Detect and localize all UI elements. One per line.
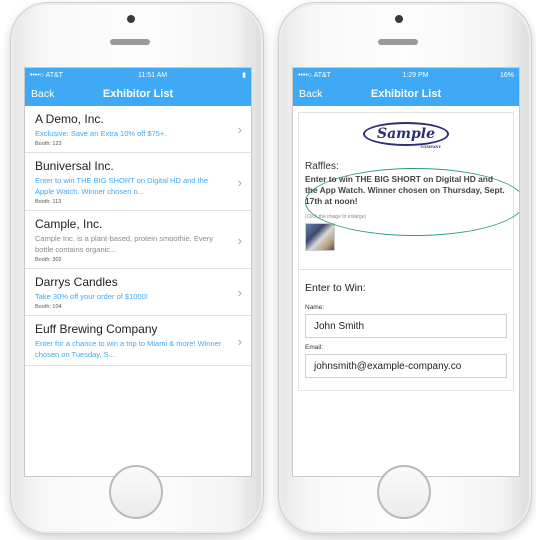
list-item[interactable]: A Demo, Inc. Exclusive: Save an Extra 10… [25,106,251,153]
list-item[interactable]: Darrys Candles Take 30% off your order o… [25,269,251,316]
raffles-section: Raffles: Enter to win THE BIG SHORT on D… [299,155,519,259]
chevron-right-icon: › [237,174,242,190]
battery-icon: 16% [499,71,514,79]
exhibitor-name: Darrys Candles [35,275,118,289]
battery-icon: ▮ [242,72,246,79]
chevron-right-icon: › [237,122,242,137]
home-button[interactable] [109,465,163,519]
status-bar: ••••○ AT&T 11:51 AM ▮ [25,68,251,82]
chevron-right-icon: › [237,232,242,248]
page-title: Exhibitor List [102,88,174,100]
exhibitor-desc: Exclusive: Save an Extra 10% off $75+. [35,129,167,138]
camera [395,15,403,23]
logo-subtext: COMPANY [420,145,442,149]
right-screen: ••••○ AT&T 1:29 PM 16% Back Exhibitor Li… [292,67,520,477]
email-label: Email: [305,344,324,351]
name-label: Name: [305,304,325,311]
exhibitor-detail-card: Sample COMPANY Raffles: Enter to win THE… [298,112,519,391]
logo-text: Sample [376,126,435,142]
home-button[interactable] [377,465,431,519]
carrier-label: ••••○ AT&T [298,71,331,79]
page-title: Exhibitor List [370,88,442,100]
carrier-label: ••••○ AT&T [30,71,63,79]
entry-form: Enter to Win: Name: John Smith Email: jo… [299,269,513,390]
nav-bar: Back Exhibitor List [25,82,251,106]
list-item[interactable]: Cample, Inc. Cample Inc. is a plant-base… [25,211,251,269]
exhibitor-booth: Booth: 123 [35,141,62,147]
status-bar: ••••○ AT&T 1:29 PM 16% [293,68,519,82]
speaker [110,39,150,45]
email-field[interactable]: johnsmith@example-company.co [305,354,507,378]
raffle-text-wrap: Enter to win THE BIG SHORT on Digital HD… [305,168,519,236]
left-phone: ••••○ AT&T 11:51 AM ▮ Back Exhibitor Lis… [10,2,264,534]
name-field[interactable]: John Smith [305,314,507,338]
clock: 1:29 PM [402,71,429,79]
chevron-right-icon: › [237,285,242,300]
nav-bar: Back Exhibitor List [293,82,519,106]
list-item[interactable]: Buniversal Inc. Enter to win THE BIG SHO… [25,153,251,211]
clock: 11:51 AM [138,71,168,79]
exhibitor-booth: Booth: 104 [35,304,62,310]
chevron-right-icon: › [237,333,242,349]
exhibitor-name: A Demo, Inc. [35,112,104,126]
left-screen: ••••○ AT&T 11:51 AM ▮ Back Exhibitor Lis… [24,67,252,477]
exhibitor-desc: Take 30% off your order of $1000! [35,292,148,301]
exhibitor-desc: Enter to win THE BIG SHORT on Digital HD… [35,176,208,196]
speaker [378,39,418,45]
logo-container: Sample COMPANY [299,113,513,155]
exhibitor-desc: Cample Inc. is a plant-based, protein sm… [35,234,214,254]
company-logo: Sample COMPANY [362,122,449,149]
back-button[interactable]: Back [31,88,54,100]
back-button[interactable]: Back [299,88,322,100]
raffle-text: Enter to win THE BIG SHORT on Digital HD… [305,174,505,206]
exhibitor-name: Cample, Inc. [35,217,103,231]
form-title: Enter to Win: [305,282,366,294]
raffle-image-thumbnail[interactable] [305,223,335,251]
exhibitor-booth: Booth: 302 [35,257,62,263]
exhibitor-name: Buniversal Inc. [35,159,114,173]
list-item[interactable]: Euff Brewing Company Enter for a chance … [25,316,251,366]
exhibitor-name: Euff Brewing Company [35,322,158,336]
exhibitor-desc: Enter for a chance to win a trip to Miam… [35,339,222,359]
exhibitor-booth: Booth: 113 [35,199,62,205]
camera [127,15,135,23]
right-phone: ••••○ AT&T 1:29 PM 16% Back Exhibitor Li… [278,2,532,534]
